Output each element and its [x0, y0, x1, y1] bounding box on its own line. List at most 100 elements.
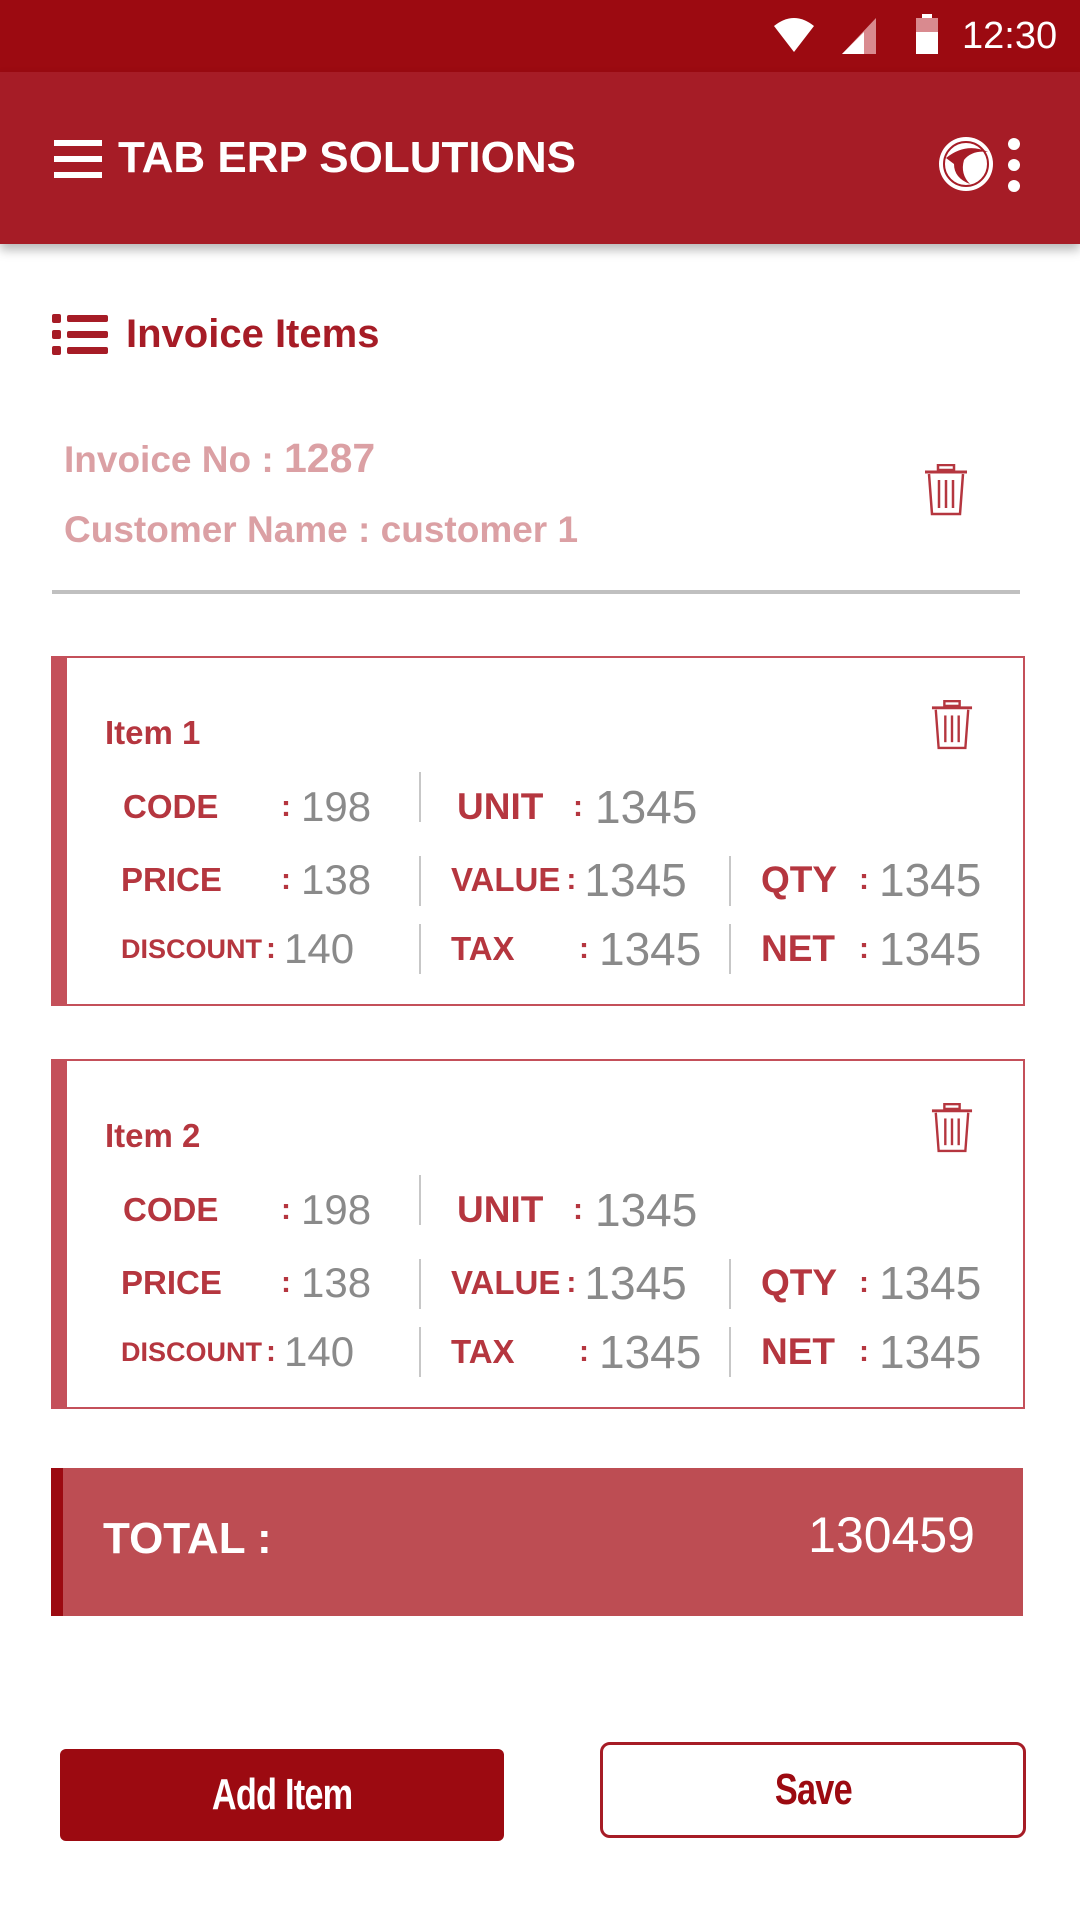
unit-label: UNIT [457, 786, 544, 827]
qty-value: 1345 [879, 854, 982, 906]
discount-value: 140 [284, 1328, 355, 1375]
invoice-info: Invoice No : 1287 Customer Name : custom… [64, 430, 578, 558]
qty-label: QTY [761, 859, 838, 900]
code-label: CODE [123, 1191, 219, 1228]
price-value: 138 [301, 856, 372, 903]
item-title: Item 2 [105, 1117, 201, 1154]
discount-field: DISCOUNT : 140 [121, 1327, 354, 1377]
section-title: Invoice Items [126, 311, 380, 356]
net-value: 1345 [879, 923, 982, 975]
unit-field: UNIT : 1345 [457, 781, 698, 833]
invoice-number-label: Invoice No : [64, 439, 284, 480]
separator: : [566, 1266, 577, 1299]
more-options-icon[interactable] [1004, 138, 1024, 192]
discount-label: DISCOUNT [121, 933, 262, 964]
app-logo-icon[interactable] [936, 134, 996, 194]
separator: : [573, 1193, 583, 1226]
column-divider [729, 924, 731, 974]
price-field: PRICE : 138 [121, 855, 371, 905]
separator: : [859, 1335, 869, 1368]
discount-label: DISCOUNT [121, 1336, 262, 1367]
total-value: 130459 [808, 1507, 975, 1563]
value-value: 1345 [584, 1257, 687, 1309]
tax-field: TAX : 1345 [451, 923, 702, 975]
section-header: Invoice Items [52, 308, 379, 360]
value-label: VALUE [451, 861, 561, 898]
add-item-button[interactable]: Add Item [60, 1749, 504, 1841]
qty-label: QTY [761, 1262, 838, 1303]
app-bar: TAB ERP SOLUTIONS [0, 72, 1080, 244]
net-field: NET : 1345 [761, 1326, 982, 1378]
customer-name: customer 1 [380, 509, 579, 550]
item-title: Item 1 [105, 714, 201, 751]
separator: : [281, 863, 291, 896]
value-field: VALUE : 1345 [451, 1257, 687, 1309]
separator: : [859, 932, 869, 965]
price-value: 138 [301, 1259, 372, 1306]
column-divider [419, 856, 421, 906]
column-divider [419, 1175, 421, 1225]
separator: : [266, 932, 276, 965]
net-label: NET [761, 928, 835, 969]
item-card: Item 2 CODE : 198 UNIT : 1345 PRICE : 13… [51, 1059, 1025, 1409]
price-label: PRICE [121, 1264, 222, 1301]
header-divider [52, 590, 1020, 594]
column-divider [729, 856, 731, 906]
delete-invoice-trash-icon[interactable] [924, 464, 968, 516]
status-bar: 12:30 [0, 0, 1080, 72]
app-title: TAB ERP SOLUTIONS [118, 133, 576, 182]
tax-label: TAX [451, 930, 515, 967]
code-field: CODE : 198 [123, 782, 371, 832]
price-field: PRICE : 138 [121, 1258, 371, 1308]
signal-icon [842, 18, 876, 54]
separator: : [859, 1266, 869, 1299]
separator: : [266, 1335, 276, 1368]
invoice-number-row: Invoice No : 1287 [64, 430, 578, 488]
item-card: Item 1 CODE : 198 UNIT : 1345 PRICE : 13… [51, 656, 1025, 1006]
column-divider [419, 924, 421, 974]
tax-field: TAX : 1345 [451, 1326, 702, 1378]
column-divider [729, 1327, 731, 1377]
wifi-icon [774, 18, 814, 52]
tax-value: 1345 [599, 923, 702, 975]
delete-item-trash-icon[interactable] [931, 1103, 973, 1153]
status-clock: 12:30 [962, 15, 1058, 57]
customer-name-label: Customer Name : [64, 509, 381, 550]
code-label: CODE [123, 788, 219, 825]
qty-value: 1345 [879, 1257, 982, 1309]
qty-field: QTY : 1345 [761, 1257, 982, 1309]
hamburger-menu-icon[interactable] [54, 140, 102, 178]
total-bar: TOTAL : 130459 [51, 1468, 1023, 1616]
column-divider [419, 1327, 421, 1377]
code-field: CODE : 198 [123, 1185, 371, 1235]
value-value: 1345 [584, 854, 687, 906]
delete-item-trash-icon[interactable] [931, 700, 973, 750]
separator: : [579, 1335, 589, 1368]
net-value: 1345 [879, 1326, 982, 1378]
discount-value: 140 [284, 925, 355, 972]
save-button[interactable]: Save [600, 1742, 1026, 1838]
qty-field: QTY : 1345 [761, 854, 982, 906]
unit-value: 1345 [595, 1184, 698, 1236]
add-item-label: Add Item [211, 1770, 353, 1819]
unit-label: UNIT [457, 1189, 544, 1230]
total-label: TOTAL : [103, 1514, 272, 1563]
invoice-number: 1287 [283, 435, 376, 481]
separator: : [281, 790, 291, 823]
net-label: NET [761, 1331, 835, 1372]
save-label: Save [774, 1765, 852, 1814]
price-label: PRICE [121, 861, 222, 898]
value-field: VALUE : 1345 [451, 854, 687, 906]
tax-value: 1345 [599, 1326, 702, 1378]
code-value: 198 [301, 783, 372, 830]
column-divider [419, 772, 421, 822]
separator: : [566, 863, 577, 896]
separator: : [281, 1193, 291, 1226]
value-label: VALUE [451, 1264, 561, 1301]
discount-field: DISCOUNT : 140 [121, 924, 354, 974]
column-divider [729, 1259, 731, 1309]
separator: : [859, 863, 869, 896]
separator: : [579, 932, 589, 965]
code-value: 198 [301, 1186, 372, 1233]
unit-value: 1345 [595, 781, 698, 833]
